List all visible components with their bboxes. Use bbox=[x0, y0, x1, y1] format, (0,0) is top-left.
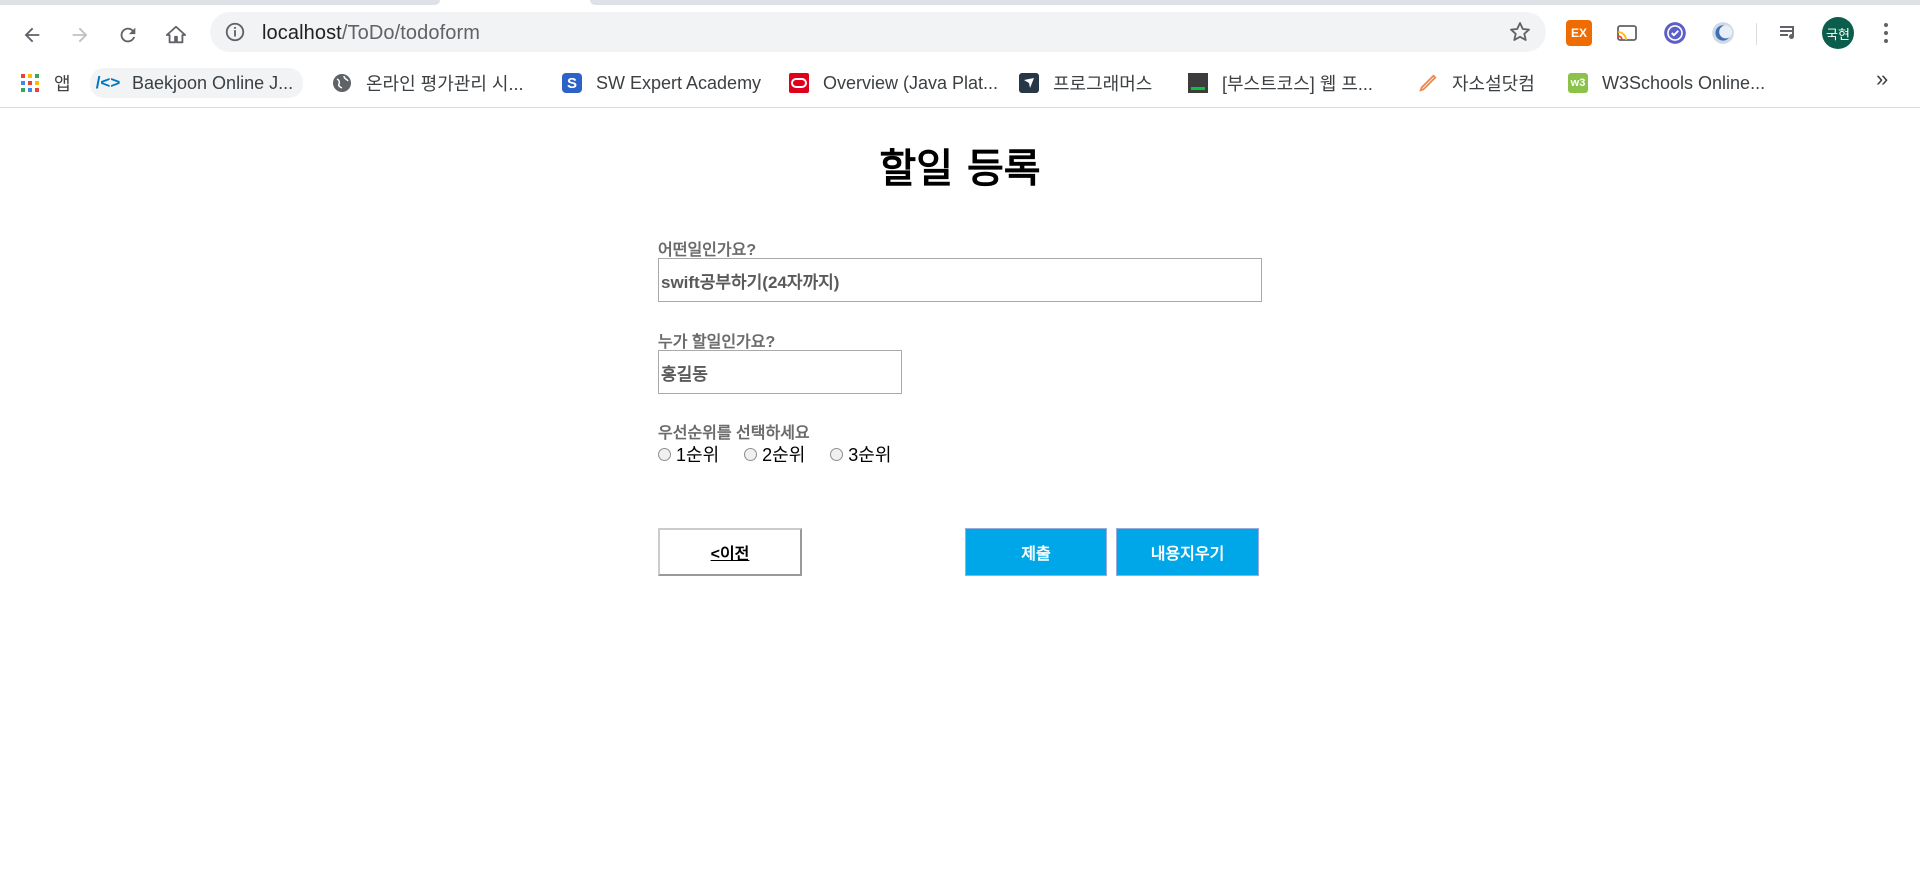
priority-option-label: 3순위 bbox=[848, 445, 892, 465]
address-bar[interactable]: localhost/ToDo/todoform bbox=[210, 12, 1546, 52]
priority-option-3[interactable]: 3순위 bbox=[830, 441, 891, 467]
bookmark-label: 자소설닷컴 bbox=[1452, 74, 1535, 94]
arrow-left-icon bbox=[24, 27, 40, 43]
submit-button[interactable]: 제출 bbox=[965, 528, 1107, 576]
priority-option-label: 2순위 bbox=[762, 445, 806, 465]
todo-form-page: 할일 등록 어떤일인가요? swift공부하기(24자까지) 누가 할일인가요?… bbox=[0, 108, 1920, 889]
url-text[interactable]: localhost/ToDo/todoform bbox=[262, 22, 480, 45]
priority-option-2[interactable]: 2순위 bbox=[744, 441, 805, 467]
bookmark-w3schools[interactable]: w3 W3Schools Online... bbox=[1568, 68, 1765, 98]
globe-icon bbox=[332, 73, 352, 93]
who-input[interactable]: 홍길동 bbox=[658, 350, 902, 394]
bookmarks-overflow-button[interactable]: » bbox=[1876, 66, 1888, 92]
forward-button[interactable] bbox=[62, 17, 98, 53]
bookmark-apps[interactable]: 앱 bbox=[20, 68, 71, 98]
bookmark-label: 온라인 평가관리 시... bbox=[366, 74, 524, 94]
bookmark-label: SW Expert Academy bbox=[596, 72, 762, 93]
ex-extension-icon[interactable]: EX bbox=[1566, 20, 1592, 46]
bookmark-online-eval[interactable]: 온라인 평가관리 시... bbox=[332, 68, 523, 98]
toolbar-separator bbox=[1756, 23, 1757, 45]
priority-option-1[interactable]: 1순위 bbox=[658, 441, 719, 467]
oracle-icon bbox=[789, 73, 809, 93]
s-logo-icon: S bbox=[562, 73, 582, 93]
cast-icon[interactable] bbox=[1614, 20, 1640, 46]
bookmark-sw-expert[interactable]: S SW Expert Academy bbox=[562, 68, 761, 98]
profile-avatar[interactable]: 국현 bbox=[1822, 17, 1854, 49]
priority-radio-3[interactable] bbox=[830, 447, 844, 461]
reload-button[interactable] bbox=[110, 17, 146, 53]
reload-icon bbox=[120, 27, 136, 43]
bookmark-label: Overview (Java Plat... bbox=[823, 72, 999, 93]
bookmark-label: 앱 bbox=[54, 74, 71, 94]
priority-label: 우선순위를 선택하세요 bbox=[658, 425, 810, 442]
menu-kebab-icon[interactable] bbox=[1876, 19, 1896, 47]
bookmark-jasoseol[interactable]: 자소설닷컴 bbox=[1418, 68, 1535, 98]
code-brackets-icon: /<> bbox=[95, 73, 121, 92]
bookmark-java-overview[interactable]: Overview (Java Plat... bbox=[789, 68, 998, 98]
programmers-icon bbox=[1019, 73, 1039, 93]
w3-icon: w3 bbox=[1568, 73, 1588, 93]
arrow-right-icon bbox=[72, 27, 88, 43]
apps-grid-icon bbox=[20, 73, 40, 93]
bookmarks-bar: 앱 /<> Baekjoon Online J... 온라인 평가관리 시...… bbox=[0, 60, 1920, 108]
media-queue-icon[interactable] bbox=[1776, 20, 1802, 46]
bookmark-star-icon[interactable] bbox=[1508, 20, 1532, 44]
priority-radio-2[interactable] bbox=[744, 447, 758, 461]
check-circle-icon[interactable] bbox=[1662, 20, 1688, 46]
pencil-icon bbox=[1418, 73, 1438, 93]
home-icon bbox=[165, 25, 187, 44]
who-label: 누가 할일인가요? bbox=[658, 334, 776, 351]
bookmark-programmers[interactable]: 프로그래머스 bbox=[1019, 68, 1152, 98]
bookmark-label: W3Schools Online... bbox=[1602, 72, 1766, 93]
browser-toolbar: localhost/ToDo/todoform EX 국현 bbox=[0, 5, 1920, 60]
priority-option-label: 1순위 bbox=[676, 445, 720, 465]
priority-radio-1[interactable] bbox=[658, 447, 671, 461]
boostcourse-icon bbox=[1188, 73, 1208, 93]
home-button[interactable] bbox=[158, 17, 194, 53]
back-button[interactable] bbox=[14, 17, 50, 53]
bookmark-label: 프로그래머스 bbox=[1053, 74, 1153, 94]
url-path: /ToDo/todoform bbox=[341, 22, 480, 44]
page-title: 할일 등록 bbox=[879, 146, 1041, 192]
crescent-icon[interactable] bbox=[1710, 20, 1736, 46]
prev-button[interactable]: <이전 bbox=[658, 528, 802, 576]
bookmark-baekjoon[interactable]: /<> Baekjoon Online J... bbox=[90, 68, 304, 98]
what-label: 어떤일인가요? bbox=[658, 242, 757, 259]
bookmark-boostcourse[interactable]: [부스트코스] 웹 프... bbox=[1188, 68, 1373, 98]
info-icon[interactable] bbox=[224, 21, 246, 43]
clear-button[interactable]: 내용지우기 bbox=[1116, 528, 1259, 576]
bookmark-label: Baekjoon Online J... bbox=[132, 72, 294, 93]
priority-radio-group: 1순위 2순위 3순위 bbox=[658, 441, 916, 467]
url-host: localhost bbox=[262, 22, 342, 44]
what-input[interactable]: swift공부하기(24자까지) bbox=[658, 258, 1262, 302]
bookmark-label: [부스트코스] 웹 프... bbox=[1222, 74, 1373, 94]
